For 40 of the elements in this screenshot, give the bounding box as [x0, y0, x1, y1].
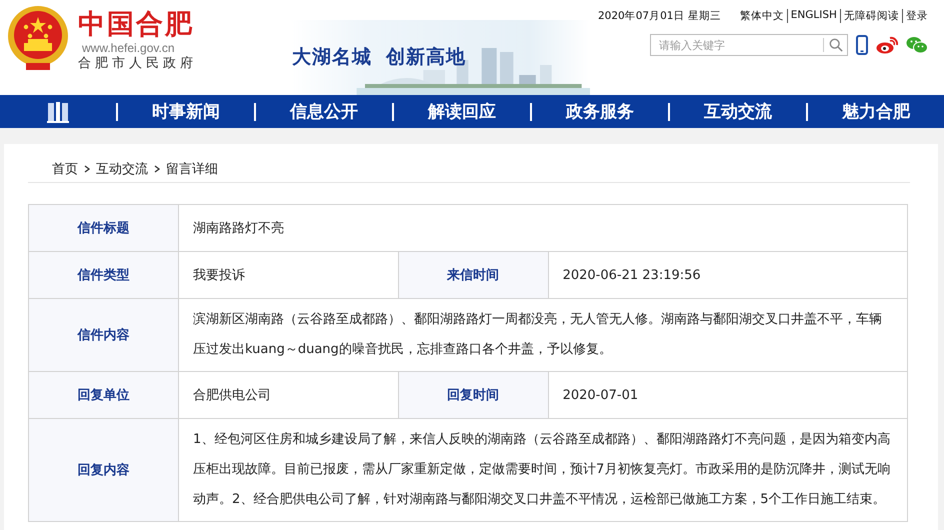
nav-link[interactable]: 政务服务	[530, 102, 668, 120]
field-value: 湖南路路灯不亮	[178, 204, 908, 252]
nav-link[interactable]: 时事新闻	[116, 102, 254, 120]
field-label: 回复时间	[398, 372, 548, 418]
field-value: 滨湖新区湖南路（云谷路至成都路）、鄱阳湖路路灯一周都没亮，无人管无人修。湖南路与鄱阳湖交叉口井盖不平，车辆压过发出kuang～duang的噪音扰民，忘排查路口各个井盖，予以修复。	[178, 298, 908, 372]
field-value: 2020-06-21 23:19:56	[548, 252, 908, 298]
mobile-phone-icon[interactable]	[856, 35, 868, 55]
slogan-text: 大湖名城	[292, 45, 372, 70]
slogan-text: 创新高地	[386, 45, 466, 70]
wechat-icon[interactable]	[906, 36, 928, 54]
chevron-icon	[154, 165, 160, 173]
header-link[interactable]: ENGLISH	[786, 9, 840, 23]
buildings-icon[interactable]	[46, 100, 70, 124]
breadcrumb-link[interactable]: 留言详细	[166, 160, 218, 178]
field-value: 2020-07-01	[548, 372, 908, 418]
field-value: 1、经包河区住房和城乡建设局了解，来信人反映的湖南路（云谷路至成都路）、鄱阳湖路路灯不亮问题，是因为箱变内高压柜出现故障。目前已报废，需从厂家重新定做，定做需要时间，预计7月初恢复亮灯。市政采用的是防沉降井，测试无响动声。2、经合肥供电公司了解，针对湖南路与鄱阳湖交叉口井盖不平情况，运检部已做施工方案，5个工作日施工结束。	[178, 418, 908, 522]
weibo-icon[interactable]	[876, 36, 898, 54]
header-link[interactable]: 登录	[902, 9, 931, 23]
site-title: 中国合肥	[78, 9, 195, 41]
field-value: 合肥供电公司	[178, 372, 398, 418]
header-link[interactable]: 无障碍阅读	[840, 9, 902, 23]
emblem-icon	[6, 5, 70, 71]
date-text: 2020年07月01日 星期三	[598, 9, 721, 23]
field-label: 信件内容	[28, 298, 178, 372]
nav-link[interactable]: 信息公开	[254, 102, 392, 120]
field-label: 回复单位	[28, 372, 178, 418]
header-link[interactable]: 繁体中文	[736, 9, 787, 23]
field-label: 信件类型	[28, 252, 178, 298]
site-subtitle: 合肥市人民政府	[78, 55, 197, 73]
nav-link[interactable]: 解读回应	[392, 102, 530, 120]
field-label: 回复内容	[28, 418, 178, 522]
breadcrumb-link[interactable]: 互动交流	[96, 160, 148, 178]
nav-link[interactable]: 魅力合肥	[806, 102, 944, 120]
nav-link[interactable]: 互动交流	[668, 102, 806, 120]
field-label: 信件标题	[28, 204, 178, 252]
breadcrumb-link[interactable]: 首页	[52, 160, 78, 178]
field-label: 来信时间	[398, 252, 548, 298]
site-url: www.hefei.gov.cn	[82, 41, 176, 55]
chevron-icon	[84, 165, 90, 173]
field-value: 我要投诉	[178, 252, 398, 298]
